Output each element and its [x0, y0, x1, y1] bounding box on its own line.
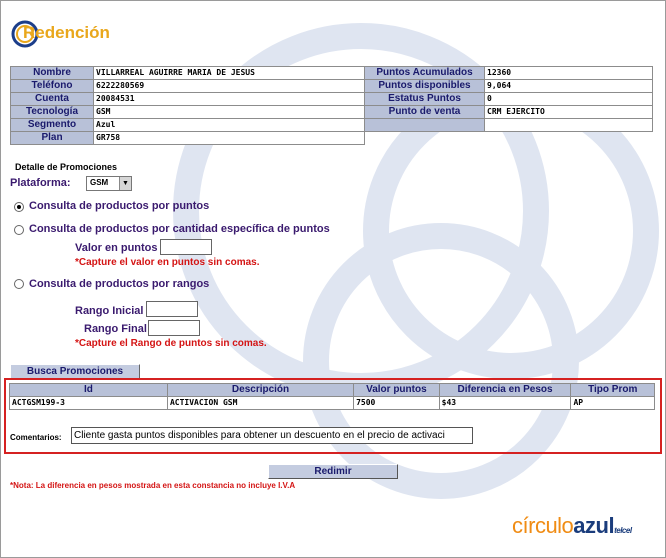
- info-label: Plan: [10, 131, 94, 145]
- redeem-button[interactable]: Redimir: [268, 464, 398, 479]
- points-warning: *Capture el valor en puntos sin comas.: [75, 257, 260, 268]
- platform-label: Plataforma:: [10, 177, 71, 189]
- info-value: Azul: [93, 118, 365, 132]
- page: Redención Nombre VILLARREAL AGUIRRE MARI…: [0, 0, 666, 558]
- info-value: 20084531: [93, 92, 365, 106]
- search-promotions-button[interactable]: Busca Promociones: [10, 364, 140, 379]
- range-end-label: Rango Final: [84, 323, 147, 335]
- cell-peso-difference: $43: [438, 396, 572, 410]
- results-table: Id Descripción Valor puntos Diferencia e…: [9, 383, 655, 410]
- info-value: CRM EJERCITO: [484, 105, 653, 119]
- option-by-range-label: Consulta de productos por rangos: [29, 278, 210, 290]
- info-label: Tecnología: [10, 105, 94, 119]
- info-value: 0: [484, 92, 653, 106]
- client-info-table: Nombre VILLARREAL AGUIRRE MARIA DE JESUS…: [10, 66, 653, 145]
- comments-label: Comentarios:: [10, 433, 62, 442]
- info-value: GSM: [93, 105, 365, 119]
- range-start-label: Rango Inicial: [75, 305, 144, 317]
- info-value: GR758: [93, 131, 365, 145]
- info-value: 9,064: [484, 79, 653, 93]
- info-value-empty: [484, 118, 653, 132]
- cell-points: 7500: [353, 396, 440, 410]
- range-end-input[interactable]: [148, 320, 200, 336]
- range-start-input[interactable]: [146, 301, 198, 317]
- info-label-empty: [364, 118, 485, 132]
- comments-field[interactable]: Cliente gasta puntos disponibles para ob…: [71, 427, 473, 444]
- info-label: Puntos disponibles: [364, 79, 485, 93]
- option-by-quantity-label: Consulta de productos por cantidad espec…: [29, 223, 330, 235]
- radio-by-range[interactable]: [14, 279, 24, 289]
- cell-description: ACTIVACION GSM: [166, 396, 355, 410]
- info-label: Punto de venta: [364, 105, 485, 119]
- cell-id: ACTGSM199-3: [9, 396, 168, 410]
- info-value: VILLARREAL AGUIRRE MARIA DE JESUS: [93, 66, 365, 80]
- info-label: Cuenta: [10, 92, 94, 106]
- info-label: Segmento: [10, 118, 94, 132]
- option-by-points-label: Consulta de productos por puntos: [29, 200, 210, 212]
- platform-selected-value: GSM: [90, 178, 109, 187]
- column-header: Id: [9, 383, 168, 397]
- column-header: Diferencia en Pesos: [438, 383, 572, 397]
- radio-by-quantity[interactable]: [14, 225, 24, 235]
- info-value: 6222280569: [93, 79, 365, 93]
- info-value: 12360: [484, 66, 653, 80]
- points-value-label: Valor en puntos: [75, 242, 158, 254]
- circulo-azul-logo: círculoazultelcel: [512, 513, 632, 538]
- table-row[interactable]: ACTGSM199-3 ACTIVACION GSM 7500 $43 AP: [9, 396, 655, 410]
- chevron-down-icon: ▼: [119, 177, 131, 190]
- radio-by-points[interactable]: [14, 202, 24, 212]
- platform-select[interactable]: GSM ▼: [86, 176, 132, 191]
- column-header: Tipo Prom: [570, 383, 655, 397]
- iva-note: *Nota: La diferencia en pesos mostrada e…: [10, 481, 296, 490]
- range-warning: *Capture el Rango de puntos sin comas.: [75, 338, 267, 349]
- column-header: Descripción: [166, 383, 355, 397]
- page-title: Redención: [23, 23, 110, 42]
- info-label: Estatus Puntos: [364, 92, 485, 106]
- points-value-input[interactable]: [160, 239, 212, 255]
- cell-promo-type: AP: [570, 396, 655, 410]
- promotions-section-title: Detalle de Promociones: [15, 162, 118, 172]
- info-label: Puntos Acumulados: [364, 66, 485, 80]
- info-label: Teléfono: [10, 79, 94, 93]
- column-header: Valor puntos: [353, 383, 440, 397]
- info-label: Nombre: [10, 66, 94, 80]
